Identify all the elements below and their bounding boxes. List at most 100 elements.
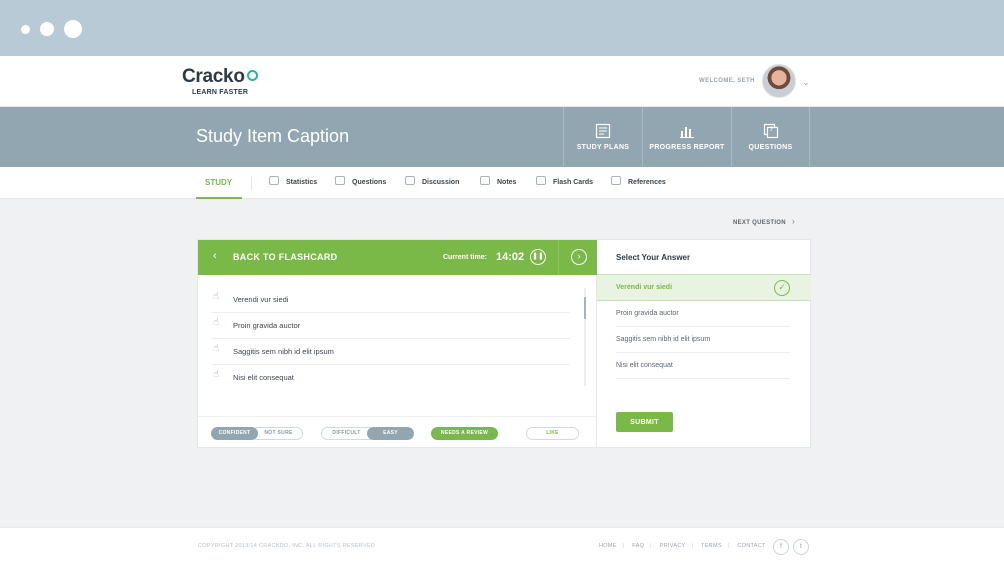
option-text: Proin gravida auctor [233, 321, 301, 330]
progress-report-button[interactable]: PROGRESS REPORT [642, 107, 731, 167]
window-control-dot[interactable] [64, 20, 82, 38]
title-band: Study Item Caption STUDY PLANS PROGRESS … [0, 107, 1004, 167]
submit-button[interactable]: SUBMIT [616, 412, 673, 432]
next-arrow-icon[interactable]: › [571, 249, 587, 265]
tab-label: Statistics [286, 179, 318, 186]
flashcard-header: ‹ BACK TO FLASHCARD Current time: 14:02 … [198, 240, 597, 275]
flash-cards-icon [536, 176, 546, 185]
like-button[interactable]: LIKE [526, 427, 579, 440]
questions-icon: ? [763, 123, 778, 139]
separator: | [691, 543, 694, 549]
footer-link-home[interactable]: HOME [599, 543, 617, 549]
answer-panel: Select Your Answer Verendi vur siedi ✓ P… [597, 239, 811, 448]
footer-link-contact[interactable]: CONTACT [737, 543, 765, 549]
separator: | [650, 543, 652, 549]
current-time-label: Current time: [443, 254, 487, 261]
selected-answer[interactable]: Verendi vur siedi ✓ [597, 274, 811, 301]
avatar[interactable] [762, 64, 796, 98]
facebook-icon[interactable]: f [773, 539, 789, 555]
page-title: Study Item Caption [196, 126, 350, 146]
tab-label: Discussion [422, 179, 460, 186]
separator: | [727, 543, 730, 549]
welcome-text: WELCOME, SETH [699, 78, 755, 84]
confident-toggle[interactable]: CONFIDENT [211, 427, 258, 440]
tab-study[interactable]: STUDY [196, 167, 242, 199]
thumb-icon[interactable]: ☝ [213, 369, 219, 380]
answer-option[interactable]: Saggitis sem nibh id elit ipsum [616, 327, 790, 353]
next-question-link[interactable]: NEXT QUESTION › [733, 216, 795, 226]
references-icon [611, 176, 621, 185]
site-header: Cracko LEARN FASTER WELCOME, SETH ⌄ [0, 56, 1004, 107]
study-plans-icon [595, 123, 611, 139]
tab-label: Flash Cards [553, 179, 594, 186]
tab-label: Notes [497, 179, 517, 186]
statistics-icon [269, 176, 279, 185]
questions-icon [335, 176, 345, 185]
notes-icon [480, 176, 490, 185]
thumb-icon[interactable]: ☝ [213, 317, 219, 328]
option-text: Nisi elit consequat [233, 373, 294, 382]
bar-chart-icon [680, 127, 694, 138]
scrollbar-thumb[interactable] [584, 297, 586, 319]
checkmark-icon: ✓ [774, 280, 790, 296]
chevron-left-icon[interactable]: ‹ [213, 250, 217, 262]
twitter-icon[interactable]: t [793, 539, 809, 555]
tab-label: References [628, 179, 666, 186]
tab-notes[interactable]: Notes [480, 167, 516, 199]
window-control-dot[interactable] [21, 25, 30, 34]
flashcard-footer: NOT SURE CONFIDENT DIFFICULT EASY NEEDS … [198, 416, 597, 448]
footer-links: HOME | FAQ | PRIVACY | TERMS | CONTACT [599, 543, 772, 549]
tab-divider [251, 176, 252, 190]
footer-link-privacy[interactable]: PRIVACY [660, 543, 686, 549]
thumb-icon[interactable]: ☝ [213, 291, 219, 302]
list-item[interactable]: ☝ Proin gravida auctor [212, 313, 570, 339]
difficult-toggle[interactable]: DIFFICULT [321, 427, 371, 440]
answer-option[interactable]: Nisi elit consequat [616, 353, 790, 379]
logo-wordmark: Cracko [182, 66, 245, 87]
logo-tagline: LEARN FASTER [192, 89, 249, 96]
tab-label: Questions [352, 179, 387, 186]
thumb-icon[interactable]: ☝ [213, 343, 219, 354]
next-question-label: NEXT QUESTION [733, 220, 786, 226]
chevron-down-icon[interactable]: ⌄ [802, 77, 810, 88]
pause-icon[interactable]: ❚❚ [530, 249, 546, 265]
copyright-text: COPYRIGHT 2013/14 CRACKDO, INC. ALL RIGH… [198, 543, 376, 549]
current-time-value: 14:02 [496, 251, 525, 263]
option-text: Verendi vur siedi [233, 295, 289, 304]
header-divider [558, 240, 559, 275]
answer-panel-title: Select Your Answer [616, 253, 691, 262]
tab-statistics[interactable]: Statistics [269, 167, 317, 199]
discussion-icon [405, 176, 415, 185]
tab-discussion[interactable]: Discussion [405, 167, 459, 199]
tab-questions[interactable]: Questions [335, 167, 386, 199]
questions-label: QUESTIONS [748, 144, 793, 151]
tab-references[interactable]: References [611, 167, 666, 199]
option-text: Saggitis sem nibh id elit ipsum [233, 347, 334, 356]
window-chrome [0, 0, 1004, 56]
logo-ring-icon [246, 70, 258, 81]
site-footer: COPYRIGHT 2013/14 CRACKDO, INC. ALL RIGH… [0, 527, 1004, 564]
study-plans-label: STUDY PLANS [576, 144, 630, 151]
not-sure-toggle[interactable]: NOT SURE [255, 427, 303, 440]
logo[interactable]: Cracko LEARN FASTER [182, 66, 258, 96]
window-control-dot[interactable] [40, 22, 54, 36]
tab-bar: STUDY Statistics Questions Discussion No… [0, 167, 1004, 199]
chevron-right-icon: › [791, 216, 796, 226]
separator: | [622, 543, 625, 549]
svg-text:?: ? [769, 127, 773, 133]
needs-review-button[interactable]: NEEDS A REVIEW [431, 427, 498, 440]
tab-flash-cards[interactable]: Flash Cards [536, 167, 593, 199]
answer-option[interactable]: Proin gravida auctor [616, 301, 790, 327]
progress-report-label: PROGRESS REPORT [649, 144, 725, 151]
list-item[interactable]: ☝ Saggitis sem nibh id elit ipsum [212, 339, 570, 365]
footer-link-terms[interactable]: TERMS [701, 543, 722, 549]
footer-link-faq[interactable]: FAQ [632, 543, 644, 549]
easy-toggle[interactable]: EASY [367, 427, 414, 440]
list-item[interactable]: ☝ Nisi elit consequat [212, 365, 570, 391]
selected-answer-text: Verendi vur siedi [616, 284, 673, 291]
flashcard-panel: ‹ BACK TO FLASHCARD Current time: 14:02 … [197, 239, 597, 448]
list-item[interactable]: ☝ Verendi vur siedi [212, 287, 570, 313]
questions-button[interactable]: ? QUESTIONS [731, 107, 810, 167]
back-to-flashcard-button[interactable]: BACK TO FLASHCARD [233, 252, 337, 262]
study-plans-button[interactable]: STUDY PLANS [563, 107, 642, 167]
